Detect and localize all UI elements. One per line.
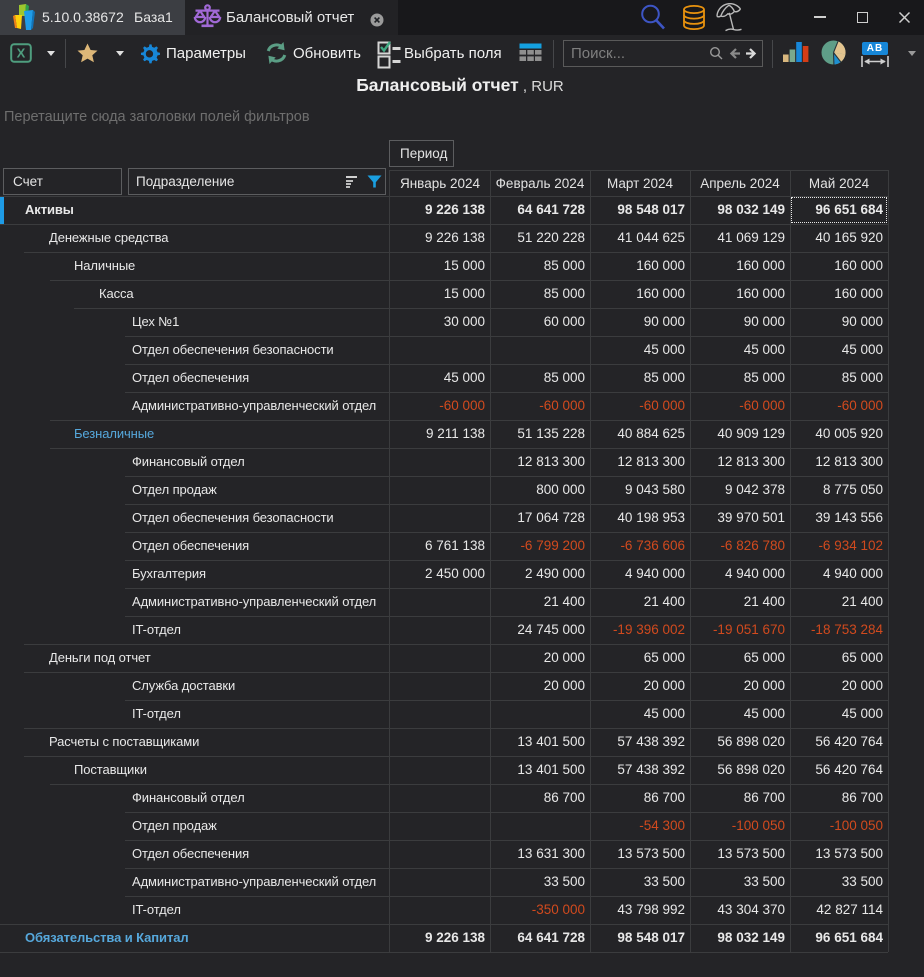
svg-text:X: X <box>17 46 26 61</box>
